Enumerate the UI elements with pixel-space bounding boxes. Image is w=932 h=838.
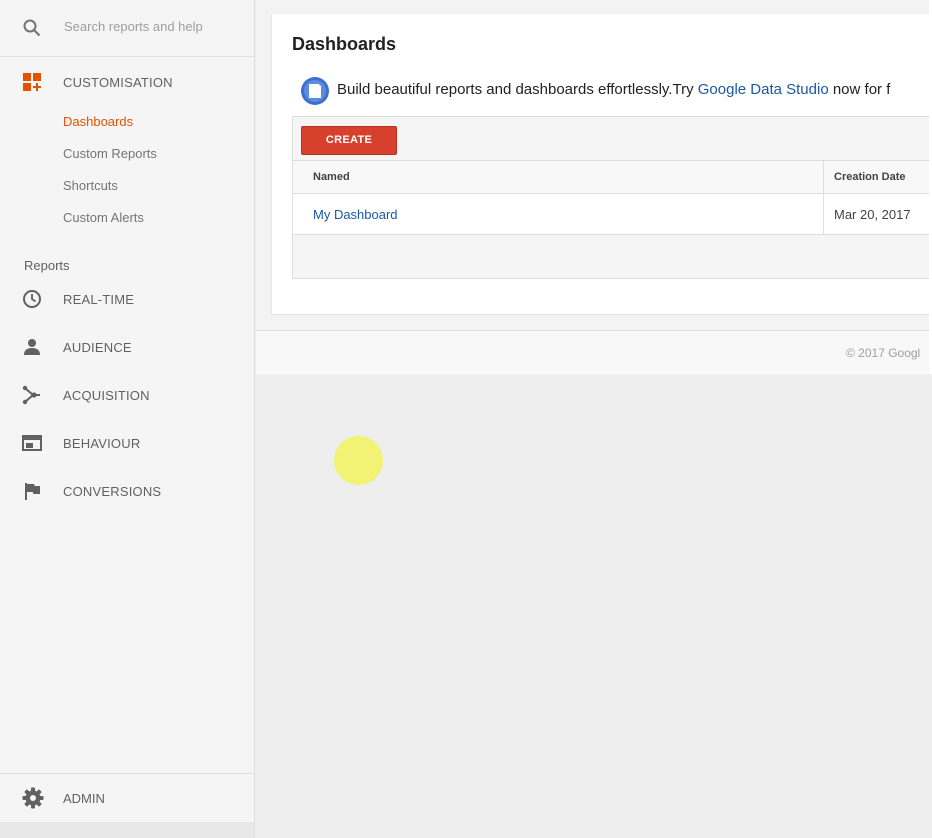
- copyright-text: © 2017 Googl: [846, 346, 921, 360]
- sidebar-item-real-time[interactable]: REAL-TIME: [0, 277, 254, 321]
- dashboards-table: Named Creation Date My Dashboard Mar 20,…: [292, 161, 932, 279]
- sidebar: Search reports and help CUSTOMISATION Da…: [0, 0, 255, 838]
- table-row: My Dashboard Mar 20, 2017: [292, 194, 932, 235]
- google-data-studio-link[interactable]: Google Data Studio: [698, 81, 829, 98]
- search-input[interactable]: Search reports and help: [64, 19, 203, 34]
- reports-heading: Reports: [24, 258, 70, 273]
- acquisition-icon: [22, 385, 42, 410]
- column-divider: [823, 161, 824, 193]
- behaviour-icon: [22, 433, 42, 458]
- sidebar-item-shortcuts[interactable]: Shortcuts: [63, 178, 118, 193]
- dashboards-card: Dashboards Build beautiful reports and d…: [271, 14, 932, 315]
- gear-icon: [22, 787, 44, 814]
- column-header-named[interactable]: Named: [313, 171, 350, 183]
- data-studio-logo-icon: [300, 76, 330, 111]
- promo-text-after: now for f: [828, 81, 891, 98]
- table-header: Named Creation Date: [292, 161, 932, 194]
- content-area: Dashboards Build beautiful reports and d…: [256, 0, 932, 330]
- sidebar-item-label: BEHAVIOUR: [63, 436, 141, 451]
- search-icon[interactable]: [22, 18, 42, 43]
- dashboard-link[interactable]: My Dashboard: [313, 207, 398, 222]
- customisation-label: CUSTOMISATION: [63, 75, 173, 90]
- promo-text: Build beautiful reports and dashboards e…: [337, 81, 890, 98]
- sidebar-item-acquisition[interactable]: ACQUISITION: [0, 373, 254, 417]
- customisation-section[interactable]: CUSTOMISATION: [0, 57, 254, 107]
- sidebar-bottom-strip: [0, 822, 254, 838]
- person-icon: [22, 337, 42, 362]
- create-button[interactable]: CREATE: [301, 126, 397, 155]
- search-bar[interactable]: Search reports and help: [0, 0, 254, 57]
- customisation-icon: [22, 72, 42, 97]
- sidebar-item-admin[interactable]: ADMIN: [0, 773, 254, 822]
- column-divider: [823, 194, 824, 234]
- column-header-creation-date[interactable]: Creation Date: [834, 171, 906, 183]
- table-footer: [292, 235, 932, 279]
- sidebar-item-label: AUDIENCE: [63, 340, 132, 355]
- sidebar-item-label: ACQUISITION: [63, 388, 150, 403]
- creation-date-cell: Mar 20, 2017: [834, 207, 911, 222]
- promo-text-before: Build beautiful reports and dashboards e…: [337, 81, 698, 98]
- page-footer: © 2017 Googl: [256, 330, 932, 374]
- sidebar-item-audience[interactable]: AUDIENCE: [0, 325, 254, 369]
- sidebar-item-label: CONVERSIONS: [63, 484, 162, 499]
- sidebar-item-dashboards[interactable]: Dashboards: [63, 114, 133, 129]
- page-title: Dashboards: [292, 34, 397, 54]
- table-toolbar: CREATE: [292, 116, 932, 161]
- clock-icon: [22, 289, 42, 314]
- sidebar-item-behaviour[interactable]: BEHAVIOUR: [0, 421, 254, 465]
- admin-label: ADMIN: [63, 791, 105, 806]
- main-content: Dashboards Build beautiful reports and d…: [256, 0, 932, 838]
- sidebar-item-custom-reports[interactable]: Custom Reports: [63, 146, 157, 161]
- sidebar-item-label: REAL-TIME: [63, 292, 135, 307]
- sidebar-item-custom-alerts[interactable]: Custom Alerts: [63, 210, 144, 225]
- sidebar-item-conversions[interactable]: CONVERSIONS: [0, 469, 254, 513]
- cursor-highlight: [334, 436, 383, 485]
- flag-icon: [22, 481, 42, 506]
